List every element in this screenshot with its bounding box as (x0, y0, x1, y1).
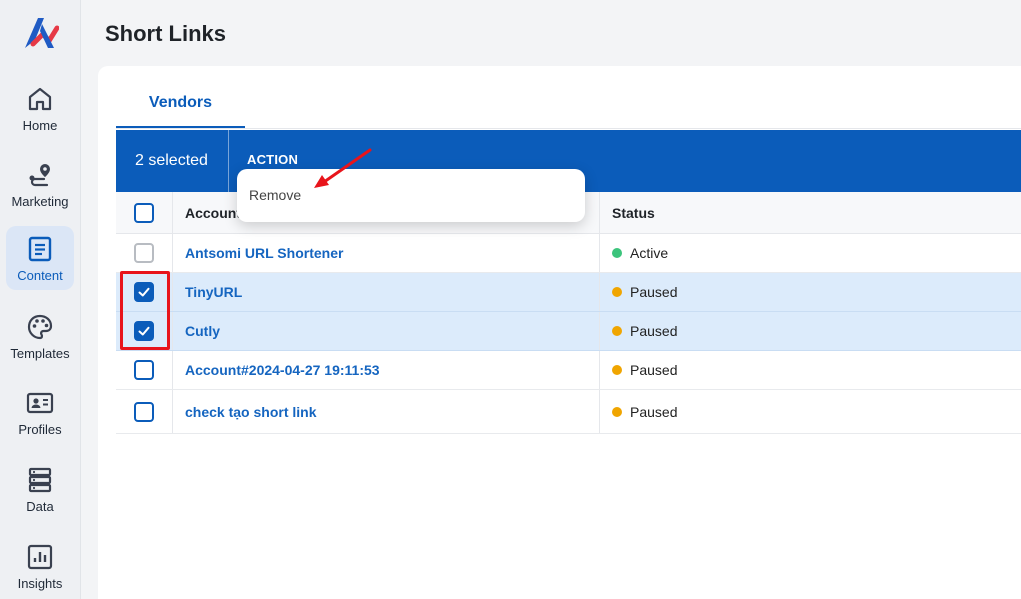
status-label: Paused (630, 323, 678, 339)
annotation-highlight-box (120, 271, 170, 350)
selected-count: 2 selected (135, 152, 208, 169)
header-status-cell: Status (600, 192, 1021, 233)
sidebar-item-label: Data (26, 499, 54, 514)
status-dot-icon (612, 248, 622, 258)
select-all-checkbox[interactable] (134, 202, 154, 223)
sidebar-item-label: Insights (17, 576, 63, 591)
sidebar-item-label: Home (22, 118, 58, 133)
table-row[interactable]: TinyURL Paused (116, 273, 1021, 312)
row-checkbox[interactable] (134, 401, 154, 422)
tab-divider (116, 128, 1021, 129)
annotation-arrow-icon (314, 148, 372, 188)
home-icon (28, 87, 52, 111)
status-dot-icon (612, 365, 622, 375)
vendor-name-link[interactable]: Antsomi URL Shortener (185, 245, 343, 261)
action-button[interactable]: ACTION (247, 152, 298, 167)
status-dot-icon (612, 326, 622, 336)
header-check-cell (116, 192, 173, 233)
vendor-name-link[interactable]: Account#2024-04-27 19:11:53 (185, 362, 380, 378)
action-dropdown-menu: Remove (237, 169, 585, 222)
chart-icon (27, 544, 53, 570)
status-label: Paused (630, 362, 678, 378)
sidebar-item-insights[interactable]: Insights (6, 534, 74, 598)
palette-icon (27, 314, 53, 340)
status-label: Paused (630, 403, 678, 420)
vendor-name-link[interactable]: TinyURL (185, 284, 242, 300)
document-icon (28, 236, 52, 262)
sidebar-item-label: Marketing (11, 194, 69, 209)
column-header-account[interactable]: Account (185, 205, 241, 221)
row-checkbox (134, 243, 154, 263)
sidebar-item-content[interactable]: Content (6, 226, 74, 290)
sidebar-item-templates[interactable]: Templates (6, 304, 74, 368)
page-title: Short Links (105, 21, 227, 46)
antsomi-logo-icon[interactable] (21, 14, 59, 52)
table-row[interactable]: Antsomi URL Shortener Active (116, 234, 1021, 273)
status-label: Active (630, 245, 669, 261)
status-dot-icon (612, 406, 622, 417)
route-pin-icon (29, 164, 50, 187)
status-dot-icon (612, 287, 622, 297)
sidebar-item-home[interactable]: Home (6, 76, 74, 140)
row-checkbox[interactable] (134, 360, 154, 380)
remove-menu-item[interactable]: Remove (249, 187, 301, 203)
vendor-name-link[interactable]: check tạo short link (185, 404, 316, 420)
database-icon (28, 467, 52, 493)
sidebar-item-profiles[interactable]: Profiles (6, 380, 74, 444)
table-row[interactable]: Account#2024-04-27 19:11:53 Paused (116, 351, 1021, 390)
tab-vendors[interactable]: Vendors (116, 80, 245, 128)
column-header-status[interactable]: Status (612, 205, 655, 221)
status-label: Paused (630, 284, 678, 300)
table-row[interactable]: Cutly Paused (116, 312, 1021, 351)
sidebar-item-marketing[interactable]: Marketing (6, 152, 74, 216)
toolbar-divider (228, 130, 229, 192)
sidebar-item-label: Templates (10, 346, 70, 361)
sidebar: Home Marketing Content Templates Profile… (0, 0, 81, 599)
id-card-icon (26, 392, 54, 414)
sidebar-item-label: Profiles (18, 422, 62, 437)
sidebar-item-label: Content (17, 268, 63, 283)
sidebar-item-data[interactable]: Data (6, 457, 74, 521)
table-row[interactable]: check tạo short link Paused (116, 390, 1021, 434)
vendor-name-link[interactable]: Cutly (185, 323, 220, 339)
